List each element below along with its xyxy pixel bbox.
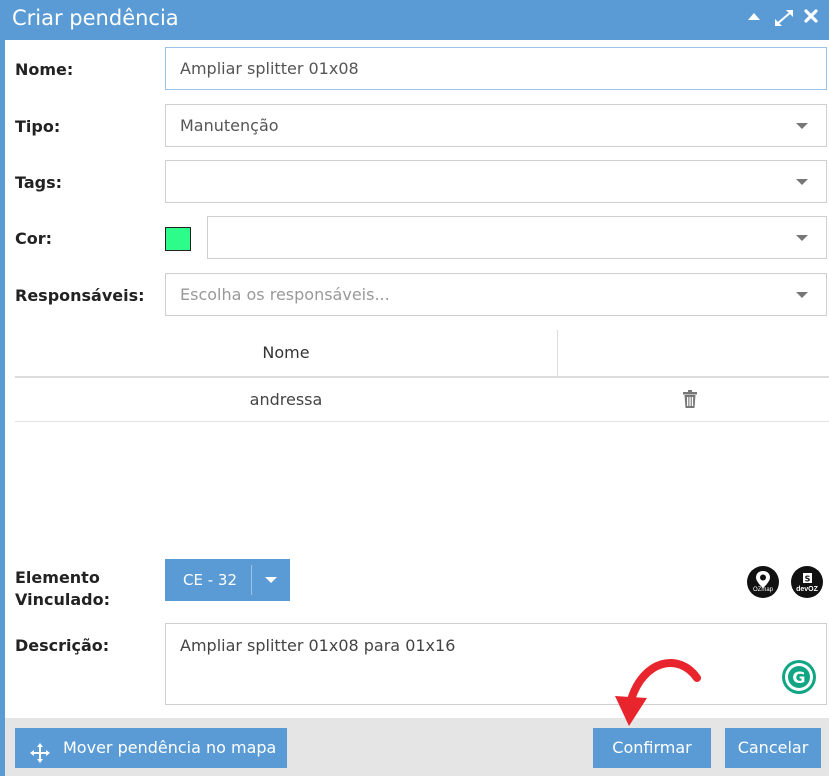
nome-label: Nome: (15, 60, 74, 79)
button-separator (251, 565, 252, 595)
descricao-value: Ampliar splitter 01x08 para 01x16 (180, 636, 456, 655)
map-pin-icon (756, 571, 770, 588)
tags-label: Tags: (15, 173, 63, 192)
linked-element-button[interactable]: CE - 32 (165, 559, 290, 601)
devoz-badge[interactable]: S devOZ (791, 566, 823, 598)
chevron-down-icon[interactable] (265, 577, 277, 583)
svg-text:S: S (805, 575, 811, 584)
elemento-label-line1: Elemento (15, 568, 100, 587)
cancel-button[interactable]: Cancelar (725, 728, 821, 768)
ozmap-badge[interactable]: OZmap (747, 566, 779, 598)
elemento-label-line2: Vinculado: (15, 590, 110, 609)
confirm-button[interactable]: Confirmar (593, 728, 711, 768)
dialog-title: Criar pendência (12, 6, 179, 30)
responsaveis-placeholder: Escolha os responsáveis... (180, 285, 390, 304)
cor-label: Cor: (15, 229, 53, 248)
tipo-value: Manutenção (180, 116, 279, 135)
responsaveis-label: Responsáveis: (15, 286, 145, 305)
descricao-textarea[interactable]: Ampliar splitter 01x08 para 01x16 G (165, 623, 827, 705)
collapse-icon[interactable] (747, 8, 761, 30)
tipo-label: Tipo: (15, 117, 61, 136)
column-header-nome[interactable]: Nome (15, 330, 557, 376)
table-row: andressa (15, 378, 829, 422)
trash-icon[interactable] (683, 390, 697, 413)
annotation-arrow-icon (615, 659, 701, 726)
move-on-map-button[interactable]: Mover pendência no mapa (15, 728, 287, 768)
nome-value: Ampliar splitter 01x08 (180, 59, 359, 78)
row-name: andressa (249, 390, 323, 409)
confirm-label: Confirmar (612, 738, 692, 757)
column-divider (557, 330, 558, 376)
chevron-down-icon (796, 292, 808, 298)
tipo-select[interactable]: Manutenção (165, 104, 827, 147)
cancel-label: Cancelar (737, 738, 809, 757)
close-icon[interactable] (803, 8, 819, 31)
svg-text:G: G (792, 668, 805, 687)
linked-element-value: CE - 32 (183, 571, 237, 589)
dialog-footer: Mover pendência no mapa Confirmar Cancel… (5, 718, 829, 776)
move-on-map-label: Mover pendência no mapa (63, 738, 277, 757)
elemento-label: Elemento Vinculado: (15, 567, 110, 611)
expand-icon[interactable] (773, 8, 795, 35)
color-swatch[interactable] (165, 227, 191, 251)
nome-input[interactable]: Ampliar splitter 01x08 (165, 47, 827, 90)
chevron-down-icon (796, 235, 808, 241)
devoz-badge-text: devOZ (796, 586, 818, 593)
descricao-label: Descrição: (15, 636, 110, 655)
move-icon (29, 738, 51, 778)
cor-select[interactable] (207, 216, 827, 259)
ozmap-badge-text: OZmap (752, 587, 773, 593)
responsaveis-table-header: Nome (15, 330, 829, 378)
responsaveis-select[interactable]: Escolha os responsáveis... (165, 273, 827, 316)
chevron-down-icon (796, 123, 808, 129)
chevron-down-icon (796, 179, 808, 185)
create-pending-dialog: Criar pendência Nome: Ampliar splitter 0… (0, 0, 829, 776)
tags-select[interactable] (165, 160, 827, 203)
grammarly-icon[interactable]: G (782, 660, 816, 694)
dialog-titlebar[interactable]: Criar pendência (5, 0, 829, 40)
devoz-logo-icon: S (803, 573, 812, 584)
